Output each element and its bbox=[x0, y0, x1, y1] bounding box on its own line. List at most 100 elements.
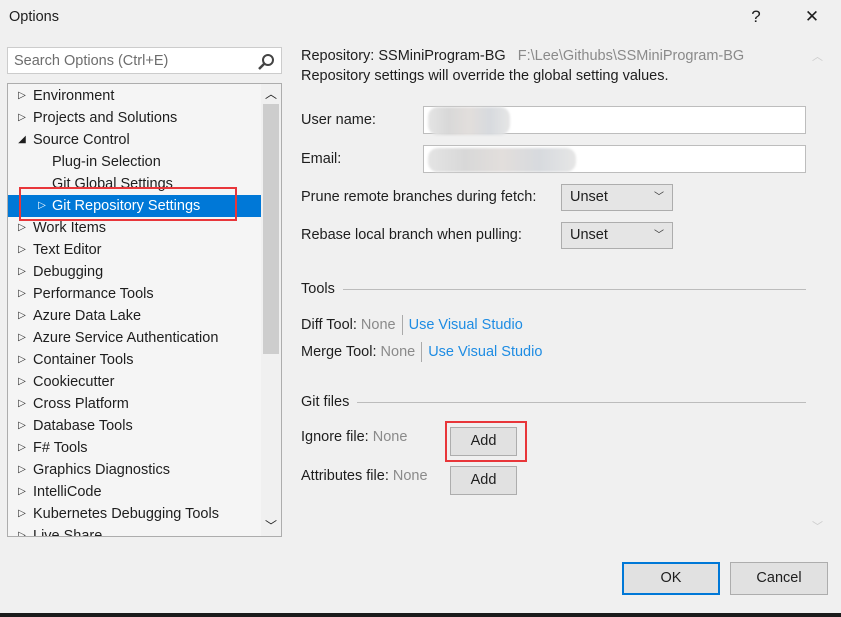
tree-item[interactable]: ▷ Text Editor bbox=[8, 239, 261, 261]
search-placeholder: Search Options (Ctrl+E) bbox=[14, 52, 169, 69]
tools-header: Tools bbox=[301, 281, 335, 297]
taskbar-edge bbox=[0, 613, 841, 617]
collapsed-arrow-icon[interactable]: ▷ bbox=[16, 503, 28, 525]
tree-item-label: Environment bbox=[33, 88, 115, 104]
panel-scroll-up-icon[interactable]: ︿ bbox=[812, 48, 823, 64]
collapsed-arrow-icon[interactable]: ▷ bbox=[16, 107, 28, 129]
collapsed-arrow-icon[interactable]: ▷ bbox=[16, 349, 28, 371]
merge-value: None bbox=[380, 343, 416, 360]
tree-item[interactable]: ▷ Live Share bbox=[8, 525, 261, 537]
tree-item-label: Azure Data Lake bbox=[33, 308, 142, 324]
ok-button[interactable]: OK bbox=[622, 562, 720, 595]
tree-item[interactable]: ▷ Azure Data Lake bbox=[8, 305, 261, 327]
help-button[interactable]: ? bbox=[736, 2, 776, 32]
options-tree: ▷ Live Share ▷ Kubernetes Debugging Tools ▷ I… bbox=[7, 83, 282, 537]
repo-header: Repository: SSMiniProgram-BG F:\Lee\Gith… bbox=[301, 48, 744, 64]
collapsed-arrow-icon[interactable]: ▷ bbox=[16, 481, 28, 503]
gitfiles-section-header: Git files bbox=[301, 394, 806, 410]
collapsed-arrow-icon[interactable]: ▷ bbox=[16, 305, 28, 327]
tree-item-label: F# Tools bbox=[33, 440, 88, 456]
tree-item[interactable]: ▷ Performance Tools bbox=[8, 283, 261, 305]
collapsed-arrow-icon[interactable]: ▷ bbox=[16, 261, 28, 283]
tree-item[interactable]: ▷ Azure Service Authentication bbox=[8, 327, 261, 349]
tree-item[interactable]: ◢ Source Control bbox=[8, 129, 261, 151]
diff-value: None bbox=[360, 316, 396, 333]
add-attributes-file-button[interactable]: Add bbox=[450, 466, 517, 495]
ignore-value: None bbox=[372, 429, 408, 445]
email-input[interactable] bbox=[423, 145, 806, 173]
rebase-value: Unset bbox=[570, 227, 608, 243]
tree-item-label: Database Tools bbox=[33, 418, 133, 434]
scroll-up-icon[interactable]: ︿ bbox=[261, 84, 281, 104]
diff-tool-row: Diff Tool: None Use Visual Studio bbox=[301, 315, 523, 335]
diff-use-vs-link[interactable]: Use Visual Studio bbox=[409, 317, 523, 333]
tree-item[interactable]: ▷ IntelliCode bbox=[8, 481, 261, 503]
ignore-file-row: Ignore file: None bbox=[301, 429, 407, 445]
ignore-label: Ignore file: bbox=[301, 429, 369, 445]
tree-item[interactable]: ▷ F# Tools bbox=[8, 437, 261, 459]
collapsed-arrow-icon[interactable]: ▷ bbox=[16, 327, 28, 349]
tree-item-label: Performance Tools bbox=[33, 286, 154, 302]
tree-item[interactable]: ▷ Kubernetes Debugging Tools bbox=[8, 503, 261, 525]
tree-item-label: Projects and Solutions bbox=[33, 110, 178, 126]
collapsed-arrow-icon[interactable]: ▷ bbox=[16, 85, 28, 107]
highlight-box bbox=[19, 187, 237, 221]
cancel-button[interactable]: Cancel bbox=[730, 562, 828, 595]
tree-item-label: Text Editor bbox=[33, 242, 102, 258]
merge-use-vs-link[interactable]: Use Visual Studio bbox=[428, 344, 542, 360]
prune-label: Prune remote branches during fetch: bbox=[301, 189, 537, 205]
collapsed-arrow-icon[interactable]: ▷ bbox=[16, 239, 28, 261]
close-button[interactable]: ✕ bbox=[792, 2, 832, 32]
tree-item-label: Source Control bbox=[33, 132, 130, 148]
user-name-input[interactable] bbox=[423, 106, 806, 135]
collapsed-arrow-icon[interactable]: ▷ bbox=[16, 459, 28, 481]
tree-scrollbar[interactable]: ︿ ﹀ bbox=[261, 84, 281, 536]
rebase-label: Rebase local branch when pulling: bbox=[301, 227, 522, 243]
tree-item[interactable]: ▷ Database Tools bbox=[8, 415, 261, 437]
search-icon bbox=[258, 54, 274, 70]
tree-item[interactable]: ▷ Graphics Diagnostics bbox=[8, 459, 261, 481]
user-name-label: User name: bbox=[301, 112, 376, 128]
email-label: Email: bbox=[301, 151, 342, 167]
tree-item[interactable]: Plug-in Selection bbox=[8, 151, 261, 173]
panel-scroll-down-icon[interactable]: ﹀ bbox=[812, 518, 823, 534]
tree-item-label: Cookiecutter bbox=[33, 374, 115, 390]
window-title: Options bbox=[9, 9, 59, 25]
tree-item-label: Plug-in Selection bbox=[52, 154, 161, 170]
tree-item-label: Live Share bbox=[33, 528, 103, 537]
attributes-label: Attributes file: bbox=[301, 468, 389, 484]
collapsed-arrow-icon[interactable]: ▷ bbox=[16, 437, 28, 459]
tree-item[interactable]: ▷ Environment bbox=[8, 85, 261, 107]
tree-item[interactable]: ▷ Projects and Solutions bbox=[8, 107, 261, 129]
tree-item[interactable]: ▷ Cross Platform bbox=[8, 393, 261, 415]
prune-value: Unset bbox=[570, 189, 608, 205]
expanded-arrow-icon[interactable]: ◢ bbox=[16, 129, 28, 151]
collapsed-arrow-icon[interactable]: ▷ bbox=[16, 393, 28, 415]
gitfiles-header: Git files bbox=[301, 394, 350, 410]
tree-item[interactable]: ▷ Debugging bbox=[8, 261, 261, 283]
scroll-down-icon[interactable]: ﹀ bbox=[261, 516, 281, 536]
collapsed-arrow-icon[interactable]: ▷ bbox=[16, 525, 28, 536]
rebase-dropdown[interactable]: Unset ﹀ bbox=[561, 222, 673, 249]
tree-item-label: Kubernetes Debugging Tools bbox=[33, 506, 219, 522]
diff-label: Diff Tool: bbox=[301, 316, 357, 333]
search-input[interactable]: Search Options (Ctrl+E) bbox=[7, 47, 282, 74]
tools-section-header: Tools bbox=[301, 281, 806, 297]
prune-dropdown[interactable]: Unset ﹀ bbox=[561, 184, 673, 211]
tree-item-label: Debugging bbox=[33, 264, 104, 280]
repo-name: Repository: SSMiniProgram-BG bbox=[301, 48, 506, 64]
collapsed-arrow-icon[interactable]: ▷ bbox=[16, 283, 28, 305]
tree-item[interactable]: ▷ Container Tools bbox=[8, 349, 261, 371]
merge-tool-row: Merge Tool: None Use Visual Studio bbox=[301, 342, 542, 362]
tree-item[interactable]: ▷ Cookiecutter bbox=[8, 371, 261, 393]
tree-item-label: Azure Service Authentication bbox=[33, 330, 219, 346]
attributes-file-row: Attributes file: None bbox=[301, 468, 428, 484]
chevron-down-icon: ﹀ bbox=[654, 192, 664, 203]
collapsed-arrow-icon[interactable]: ▷ bbox=[16, 415, 28, 437]
repo-note: Repository settings will override the gl… bbox=[301, 68, 669, 84]
tree-item-label: IntelliCode bbox=[33, 484, 102, 500]
add-ignore-file-button[interactable]: Add bbox=[450, 427, 517, 456]
scrollbar-thumb[interactable] bbox=[263, 104, 279, 354]
collapsed-arrow-icon[interactable]: ▷ bbox=[16, 371, 28, 393]
tree-item-label: Container Tools bbox=[33, 352, 134, 368]
